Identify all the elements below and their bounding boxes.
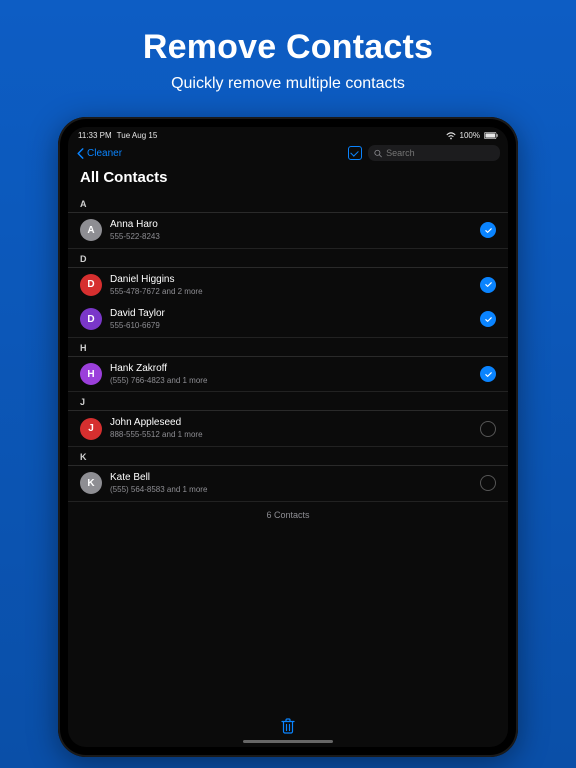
contact-name: John Appleseed <box>110 417 472 429</box>
contact-name: Hank Zakroff <box>110 363 472 375</box>
avatar: K <box>80 472 102 494</box>
section-header: A <box>68 194 508 213</box>
select-toggle-icon[interactable] <box>348 146 362 160</box>
promo-subtitle: Quickly remove multiple contacts <box>0 75 576 93</box>
contact-text: John Appleseed 888-555-5512 and 1 more <box>110 417 472 440</box>
section-header: J <box>68 392 508 411</box>
contact-name: David Taylor <box>110 308 472 320</box>
search-field[interactable] <box>368 145 500 161</box>
screen: 11:33 PM Tue Aug 15 100% Cleaner All Con… <box>68 127 508 747</box>
search-input[interactable] <box>386 148 494 158</box>
checkbox-checked-icon[interactable] <box>480 222 496 238</box>
contact-row[interactable]: A Anna Haro 555-522-8243 <box>68 213 508 249</box>
contact-row[interactable]: D David Taylor 555-610-6679 <box>68 302 508 338</box>
bottom-toolbar <box>68 712 508 747</box>
page-title: All Contacts <box>68 165 508 194</box>
checkbox-unchecked-icon[interactable] <box>480 421 496 437</box>
avatar: A <box>80 219 102 241</box>
status-time: 11:33 PM <box>78 131 112 140</box>
contact-row[interactable]: K Kate Bell (555) 564-8583 and 1 more <box>68 466 508 502</box>
avatar: H <box>80 363 102 385</box>
battery-icon <box>484 132 498 139</box>
checkbox-unchecked-icon[interactable] <box>480 475 496 491</box>
home-indicator[interactable] <box>243 740 333 743</box>
contact-name: Anna Haro <box>110 219 472 231</box>
contact-sub: 888-555-5512 and 1 more <box>110 430 472 440</box>
contact-text: Hank Zakroff (555) 766-4823 and 1 more <box>110 363 472 386</box>
contact-name: Daniel Higgins <box>110 274 472 286</box>
trash-button[interactable] <box>281 718 295 734</box>
search-icon <box>374 149 382 158</box>
contact-sub: 555-478-7672 and 2 more <box>110 287 472 297</box>
section-header: D <box>68 249 508 268</box>
contact-count: 6 Contacts <box>68 502 508 528</box>
contact-text: Anna Haro 555-522-8243 <box>110 219 472 242</box>
avatar: J <box>80 418 102 440</box>
back-label: Cleaner <box>87 148 122 159</box>
contact-text: Kate Bell (555) 564-8583 and 1 more <box>110 472 472 495</box>
contact-sub: (555) 766-4823 and 1 more <box>110 376 472 386</box>
promo-title: Remove Contacts <box>0 28 576 67</box>
contact-sub: 555-610-6679 <box>110 321 472 331</box>
promo-header: Remove Contacts Quickly remove multiple … <box>0 0 576 93</box>
wifi-icon <box>446 132 456 140</box>
contact-text: David Taylor 555-610-6679 <box>110 308 472 331</box>
contact-sub: 555-522-8243 <box>110 232 472 242</box>
contact-list[interactable]: A A Anna Haro 555-522-8243 D D Daniel Hi… <box>68 194 508 747</box>
section-header: H <box>68 338 508 357</box>
avatar: D <box>80 274 102 296</box>
status-date: Tue Aug 15 <box>117 131 158 140</box>
trash-icon <box>281 718 295 734</box>
checkbox-checked-icon[interactable] <box>480 311 496 327</box>
checkbox-checked-icon[interactable] <box>480 366 496 382</box>
avatar: D <box>80 308 102 330</box>
device-frame: 11:33 PM Tue Aug 15 100% Cleaner All Con… <box>58 117 518 757</box>
contact-text: Daniel Higgins 555-478-7672 and 2 more <box>110 274 472 297</box>
contact-row[interactable]: J John Appleseed 888-555-5512 and 1 more <box>68 411 508 447</box>
section-header: K <box>68 447 508 466</box>
contact-sub: (555) 564-8583 and 1 more <box>110 485 472 495</box>
back-button[interactable]: Cleaner <box>76 148 122 159</box>
contact-row[interactable]: H Hank Zakroff (555) 766-4823 and 1 more <box>68 357 508 393</box>
battery-percent: 100% <box>460 131 480 140</box>
nav-bar: Cleaner <box>68 142 508 165</box>
contact-name: Kate Bell <box>110 472 472 484</box>
status-bar: 11:33 PM Tue Aug 15 100% <box>68 127 508 142</box>
chevron-left-icon <box>76 148 84 159</box>
checkbox-checked-icon[interactable] <box>480 277 496 293</box>
contact-row[interactable]: D Daniel Higgins 555-478-7672 and 2 more <box>68 268 508 303</box>
